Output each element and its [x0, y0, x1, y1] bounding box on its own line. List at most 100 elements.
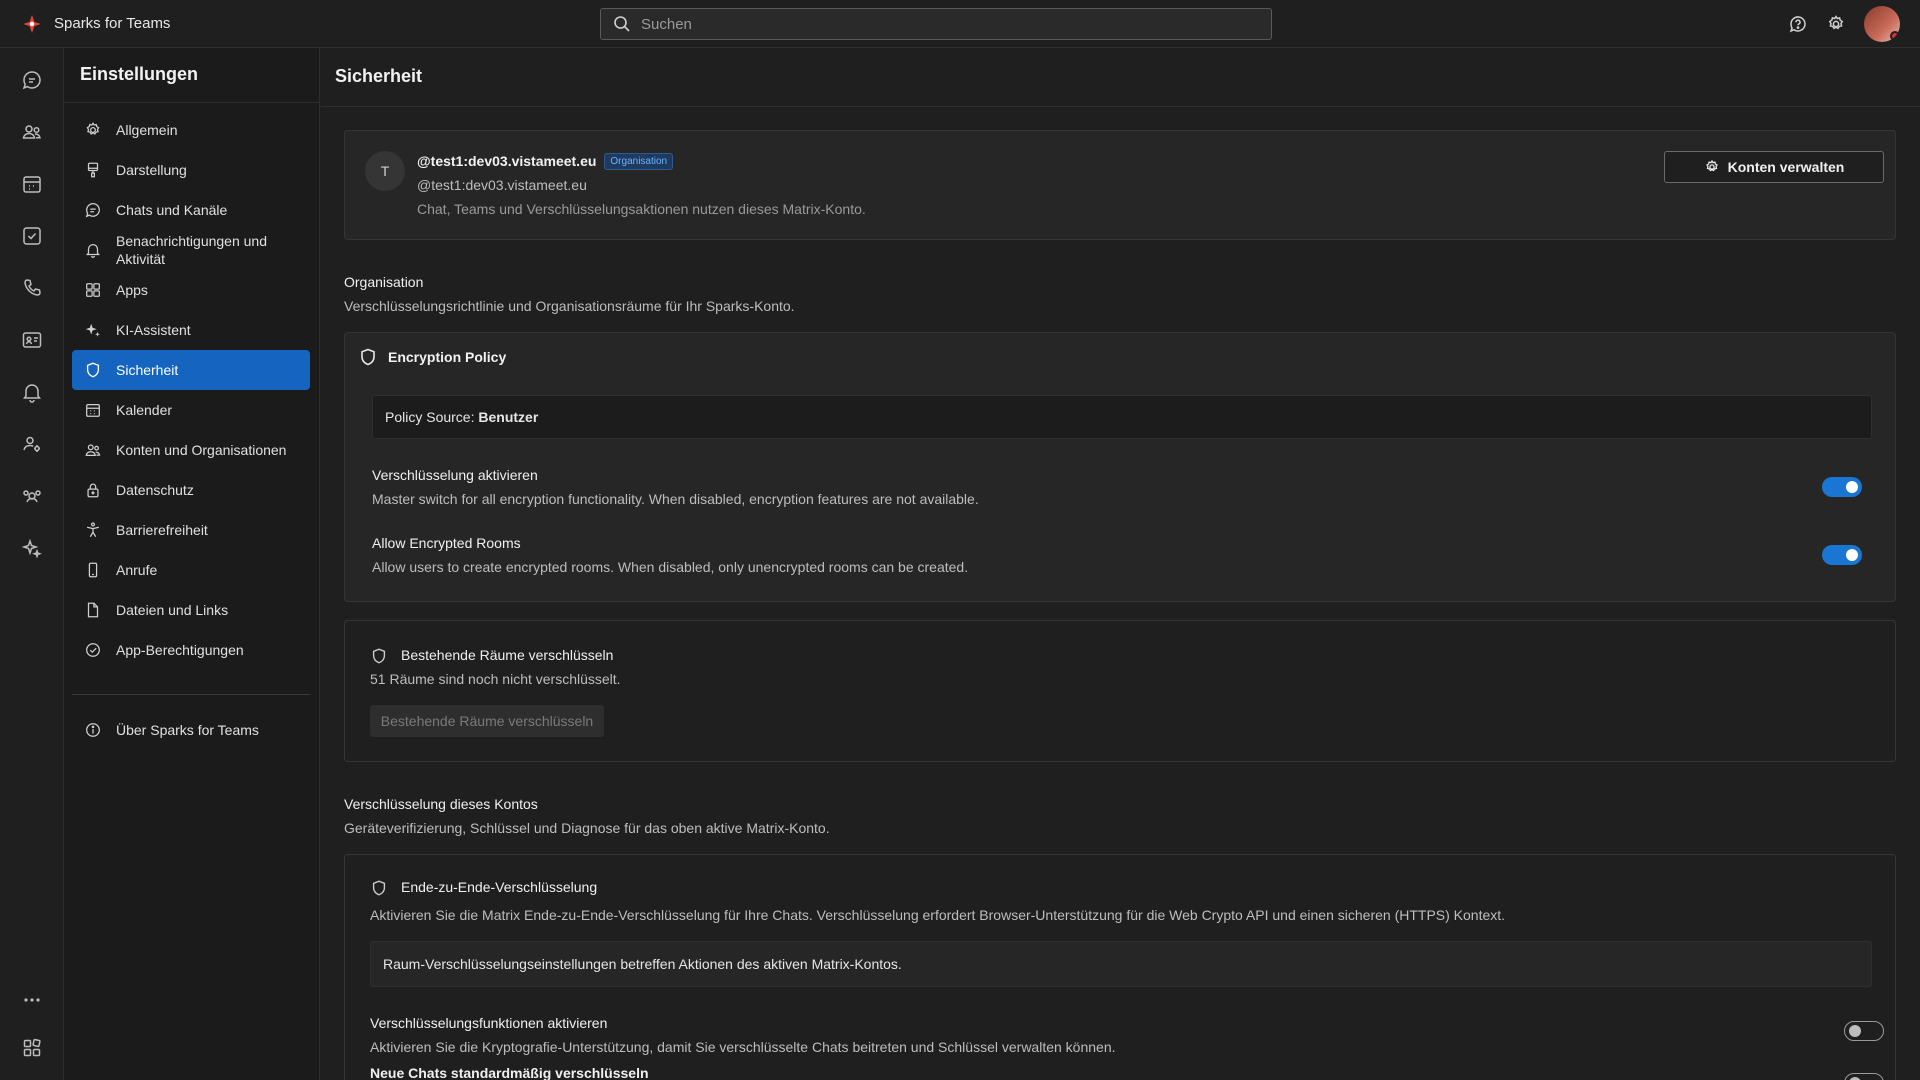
encrypt-existing-rooms-button[interactable]: Bestehende Räume verschlüsseln	[370, 705, 604, 737]
nav-item-label: KI-Assistent	[116, 322, 191, 338]
nav-item-label: App-Berechtigungen	[116, 642, 244, 658]
nav-item-barrierefreiheit[interactable]: Barrierefreiheit	[72, 510, 310, 550]
settings-gear-icon[interactable]	[1826, 14, 1846, 34]
help-icon[interactable]	[1788, 14, 1808, 34]
chat-icon[interactable]	[20, 68, 44, 92]
account-id-row: @test1:dev03.vistameet.eu Organisation	[417, 153, 674, 170]
teams-icon[interactable]	[20, 120, 44, 144]
tasks-icon[interactable]	[20, 224, 44, 248]
calendar-icon[interactable]	[20, 172, 44, 196]
info-icon	[84, 721, 102, 739]
setting-title: Verschlüsselungsfunktionen aktivieren	[370, 1015, 608, 1031]
brush-icon	[84, 161, 102, 179]
nav-item-dateien[interactable]: Dateien und Links	[72, 590, 310, 630]
organisation-description: Verschlüsselungsrichtlinie und Organisat…	[344, 298, 795, 314]
divider	[72, 694, 310, 695]
existing-rooms-status: 51 Räume sind noch nicht verschlüsselt.	[370, 671, 621, 687]
nav-item-kalender[interactable]: Kalender	[72, 390, 310, 430]
encryption-enabled-toggle[interactable]	[1822, 477, 1862, 497]
nav-item-label: Über Sparks for Teams	[116, 722, 259, 738]
toggle-knob	[1849, 1025, 1861, 1037]
crypto-features-toggle[interactable]	[1844, 1021, 1884, 1041]
brand: Sparks for Teams	[0, 14, 600, 34]
top-bar: Sparks for Teams	[0, 0, 1920, 48]
accessibility-icon	[84, 521, 102, 539]
e2e-card: Ende-zu-Ende-Verschlüsselung Aktivieren …	[344, 854, 1896, 1080]
activity-bell-icon[interactable]	[20, 380, 44, 404]
nav-item-allgemein[interactable]: Allgemein	[72, 110, 310, 150]
nav-item-label: Allgemein	[116, 122, 178, 138]
policy-source-row: Policy Source: Benutzer	[385, 409, 538, 425]
setting-description: Master switch for all encryption functio…	[372, 491, 979, 507]
account-id: @test1:dev03.vistameet.eu	[417, 153, 597, 169]
gear-icon	[1704, 159, 1720, 175]
nav-item-label: Apps	[116, 282, 148, 298]
encrypt-new-chats-toggle[interactable]	[1844, 1073, 1884, 1080]
settings-nav: Einstellungen Allgemein Darstellung Chat…	[64, 48, 320, 1080]
sparks-logo-icon	[22, 14, 42, 34]
user-avatar[interactable]	[1864, 6, 1900, 42]
allow-encrypted-rooms-toggle[interactable]	[1822, 545, 1862, 565]
nav-item-datenschutz[interactable]: Datenschutz	[72, 470, 310, 510]
nav-item-anrufe[interactable]: Anrufe	[72, 550, 310, 590]
nav-item-sicherheit[interactable]: Sicherheit	[72, 350, 310, 390]
e2e-title: Ende-zu-Ende-Verschlüsselung	[401, 879, 598, 895]
organisation-badge: Organisation	[604, 153, 674, 170]
app-title: Sparks for Teams	[54, 15, 171, 32]
nav-item-label: Kalender	[116, 402, 173, 418]
divider	[321, 106, 1920, 107]
more-icon[interactable]	[20, 988, 44, 1012]
shield-icon	[84, 361, 102, 379]
encryption-policy-title: Encryption Policy	[388, 349, 507, 365]
setting-title: Neue Chats standardmäßig verschlüsseln	[370, 1065, 649, 1080]
policy-source-label: Policy Source:	[385, 409, 475, 425]
divider	[64, 102, 320, 103]
nav-item-apps[interactable]: Apps	[72, 270, 310, 310]
nav-item-label: Sicherheit	[116, 362, 179, 378]
nav-item-ki-assistent[interactable]: KI-Assistent	[72, 310, 310, 350]
nav-item-konten[interactable]: Konten und Organisationen	[72, 430, 310, 470]
page-title: Sicherheit	[335, 66, 423, 86]
nav-item-benachrichtigungen[interactable]: Benachrichtigungen und Aktivität	[72, 230, 310, 270]
manage-accounts-label: Konten verwalten	[1727, 159, 1845, 175]
policy-source-value: Benutzer	[478, 409, 539, 425]
nav-item-about[interactable]: Über Sparks for Teams	[72, 710, 310, 750]
setting-description: Aktivieren Sie die Kryptografie-Unterstü…	[370, 1039, 1116, 1055]
search-input[interactable]	[641, 15, 1241, 33]
bell-icon	[84, 241, 102, 259]
manage-accounts-button[interactable]: Konten verwalten	[1664, 151, 1884, 183]
phone-icon	[84, 561, 102, 579]
e2e-description: Aktivieren Sie die Matrix Ende-zu-Ende-V…	[370, 907, 1506, 923]
phone-icon[interactable]	[20, 276, 44, 300]
e2e-info-text: Raum-Verschlüsselungseinstellungen betre…	[383, 956, 902, 972]
nav-item-label: Konten und Organisationen	[116, 442, 287, 458]
search-box[interactable]	[600, 8, 1272, 40]
nav-item-chats[interactable]: Chats und Kanäle	[72, 190, 310, 230]
check-circle-icon	[84, 641, 102, 659]
nav-item-label: Barrierefreiheit	[116, 522, 208, 538]
app-rail	[0, 48, 64, 1080]
nav-item-label: Chats und Kanäle	[116, 202, 228, 218]
existing-rooms-title: Bestehende Räume verschlüsseln	[401, 647, 614, 663]
chat-icon	[84, 201, 102, 219]
settings-title: Einstellungen	[80, 64, 199, 84]
people-settings-icon[interactable]	[20, 432, 44, 456]
nav-item-label: Anrufe	[116, 562, 158, 578]
toggle-knob	[1846, 481, 1858, 493]
nav-item-darstellung[interactable]: Darstellung	[72, 150, 310, 190]
apps-icon	[84, 281, 102, 299]
existing-rooms-card: Bestehende Räume verschlüsseln 51 Räume …	[344, 620, 1896, 762]
sparkle-icon	[84, 321, 102, 339]
setting-title: Allow Encrypted Rooms	[372, 535, 521, 551]
account-server: @test1:dev03.vistameet.eu	[417, 177, 587, 193]
ai-sparkle-icon[interactable]	[20, 536, 44, 560]
contacts-card-icon[interactable]	[20, 328, 44, 352]
shield-icon	[370, 647, 388, 665]
apps-icon[interactable]	[20, 1036, 44, 1060]
setting-description: Allow users to create encrypted rooms. W…	[372, 559, 969, 575]
community-icon[interactable]	[20, 484, 44, 508]
shield-icon	[370, 879, 388, 897]
nav-item-app-berechtigungen[interactable]: App-Berechtigungen	[72, 630, 310, 670]
account-card: T @test1:dev03.vistameet.eu Organisation …	[344, 130, 1896, 240]
calendar-icon	[84, 401, 102, 419]
